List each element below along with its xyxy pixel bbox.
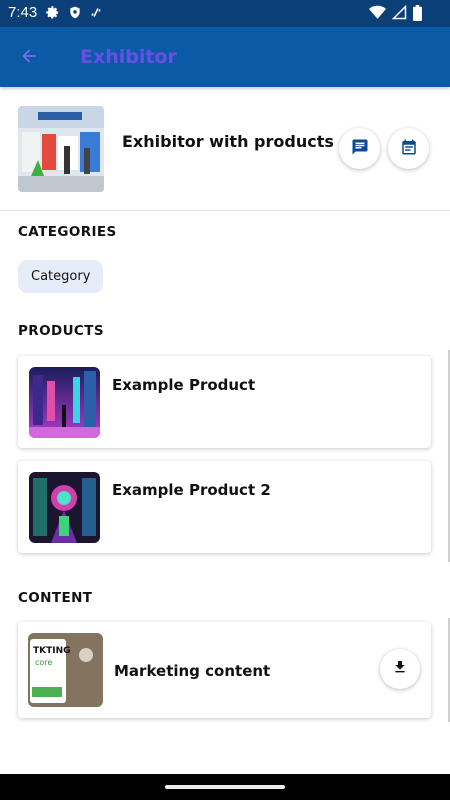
link-icon [90,5,102,24]
exhibitor-name: Exhibitor with products [122,132,334,151]
system-navigation-bar [0,774,450,800]
status-icons-left [45,5,102,24]
category-chip[interactable]: Category [18,260,104,293]
exhibitor-header: Exhibitor with products [0,87,450,211]
battery-icon [413,5,422,25]
signal-icon [391,4,407,25]
product-card[interactable]: Example Product [18,356,431,448]
product-name: Example Product [112,376,256,394]
arrow-left-icon [19,46,39,70]
content-name: Marketing content [114,662,271,680]
products-heading: PRODUCTS [18,323,104,339]
status-icons-right [369,4,422,25]
wifi-icon [369,5,386,25]
chat-icon [351,138,369,160]
gear-icon [45,5,60,24]
shield-icon [68,5,82,24]
page-title: Exhibitor [80,46,177,68]
download-icon [392,659,408,679]
status-time: 7:43 [8,4,38,21]
svg-text:core: core [35,658,52,667]
message-button[interactable] [339,128,380,169]
svg-text:TKTING: TKTING [33,646,71,656]
product-card[interactable]: Example Product 2 [18,461,431,553]
product-image [29,367,100,438]
product-image [29,472,100,543]
status-bar: 7:43 [0,0,450,27]
product-name: Example Product 2 [112,481,271,499]
home-gesture-handle[interactable] [165,785,285,789]
content-image: TKTING core [28,633,103,707]
content-card[interactable]: TKTING core Marketing content [18,622,431,718]
app-bar: Exhibitor [0,27,450,87]
categories-heading: CATEGORIES [18,224,117,240]
download-button[interactable] [380,649,420,689]
back-button[interactable] [14,43,44,73]
calendar-icon [400,138,418,160]
content-heading: CONTENT [18,590,93,606]
schedule-meeting-button[interactable] [388,128,429,169]
exhibitor-image [18,106,104,192]
